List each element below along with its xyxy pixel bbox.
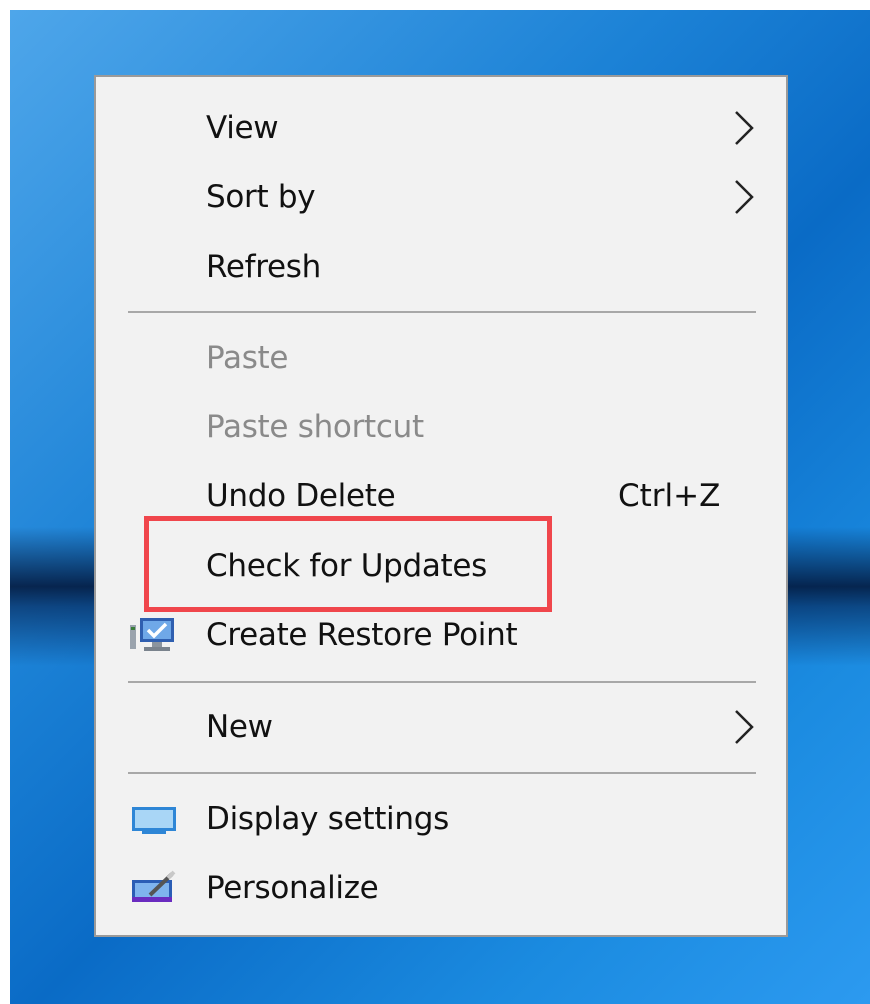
menu-item-label: Refresh: [206, 249, 321, 285]
menu-item-personalize[interactable]: Personalize: [96, 854, 786, 922]
desktop-context-menu: View Sort by Refresh Paste Paste shortcu…: [94, 75, 788, 937]
menu-item-paste: Paste: [96, 324, 786, 392]
menu-item-label: Display settings: [206, 801, 449, 837]
chevron-right-icon: [735, 111, 754, 145]
keyboard-shortcut: Ctrl+Z: [618, 478, 721, 514]
menu-item-label: Paste: [206, 340, 289, 376]
menu-separator: [128, 681, 756, 683]
menu-item-label: Create Restore Point: [206, 617, 518, 653]
menu-item-display-settings[interactable]: Display settings: [96, 785, 786, 853]
personalize-icon: [132, 870, 176, 902]
menu-item-new[interactable]: New: [96, 693, 786, 761]
system-restore-icon: [130, 618, 174, 651]
display-icon: [132, 807, 176, 834]
highlight-box: [144, 516, 552, 612]
menu-item-paste-shortcut: Paste shortcut: [96, 393, 786, 461]
menu-item-label: View: [206, 110, 279, 146]
menu-item-sort-by[interactable]: Sort by: [96, 163, 786, 231]
menu-item-view[interactable]: View: [96, 94, 786, 162]
menu-item-refresh[interactable]: Refresh: [96, 233, 786, 301]
menu-separator: [128, 311, 756, 313]
menu-item-label: Sort by: [206, 179, 316, 215]
menu-item-label: Undo Delete: [206, 478, 396, 514]
chevron-right-icon: [735, 710, 754, 744]
menu-item-label: Paste shortcut: [206, 409, 424, 445]
menu-separator: [128, 772, 756, 774]
menu-item-label: New: [206, 709, 273, 745]
menu-item-label: Personalize: [206, 870, 379, 906]
chevron-right-icon: [735, 180, 754, 214]
